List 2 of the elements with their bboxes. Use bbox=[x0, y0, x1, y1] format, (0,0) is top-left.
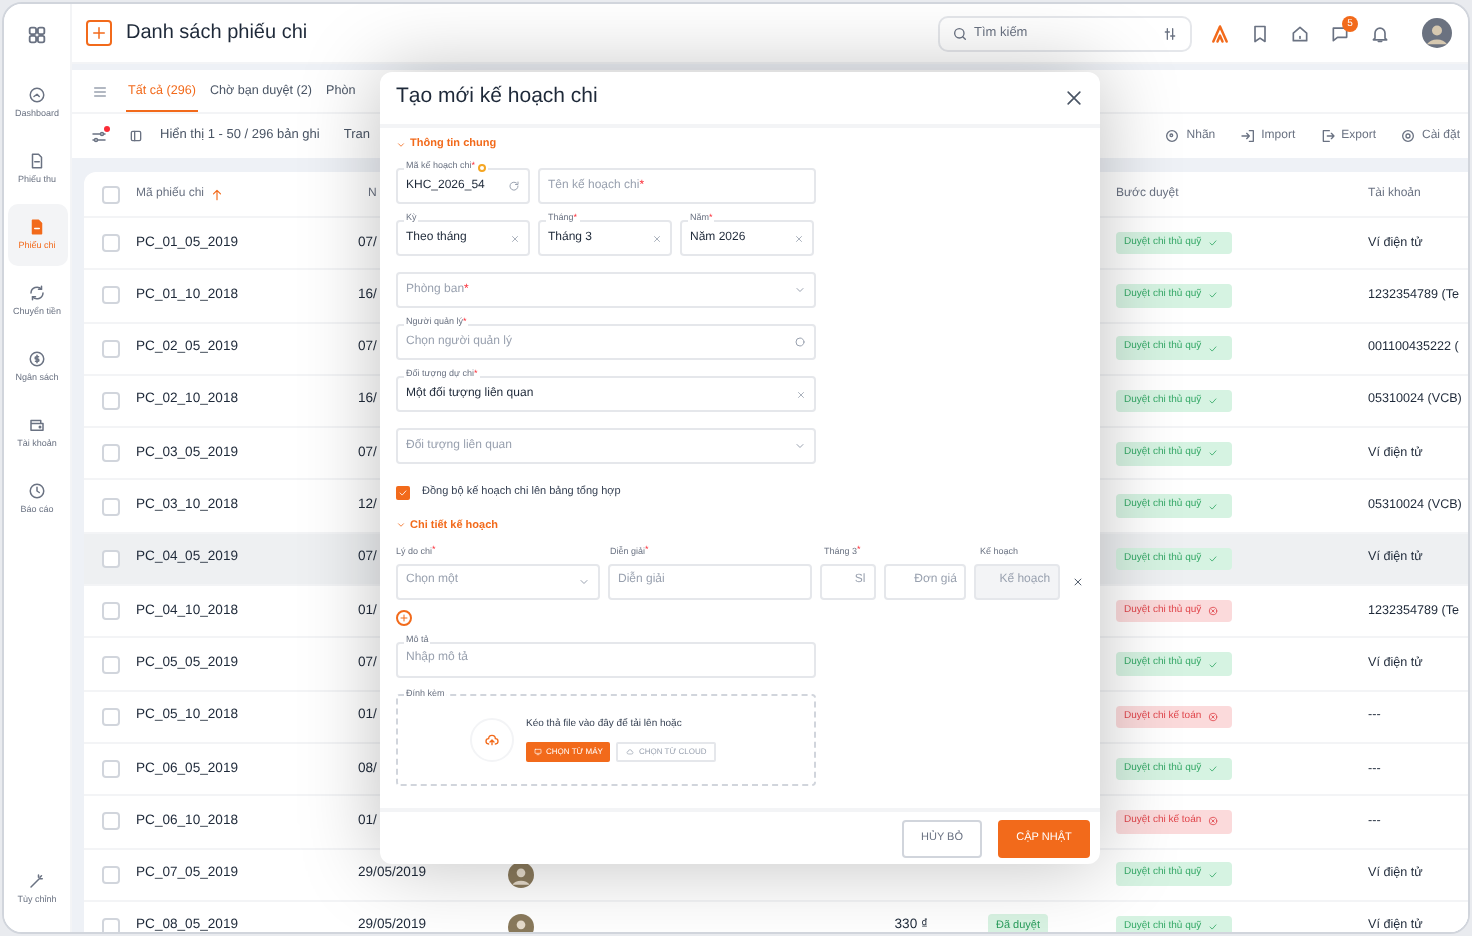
dialog-title: Tạo mới kế hoạch chi bbox=[396, 82, 598, 113]
page-title: Danh sách phiếu chi bbox=[126, 20, 308, 48]
